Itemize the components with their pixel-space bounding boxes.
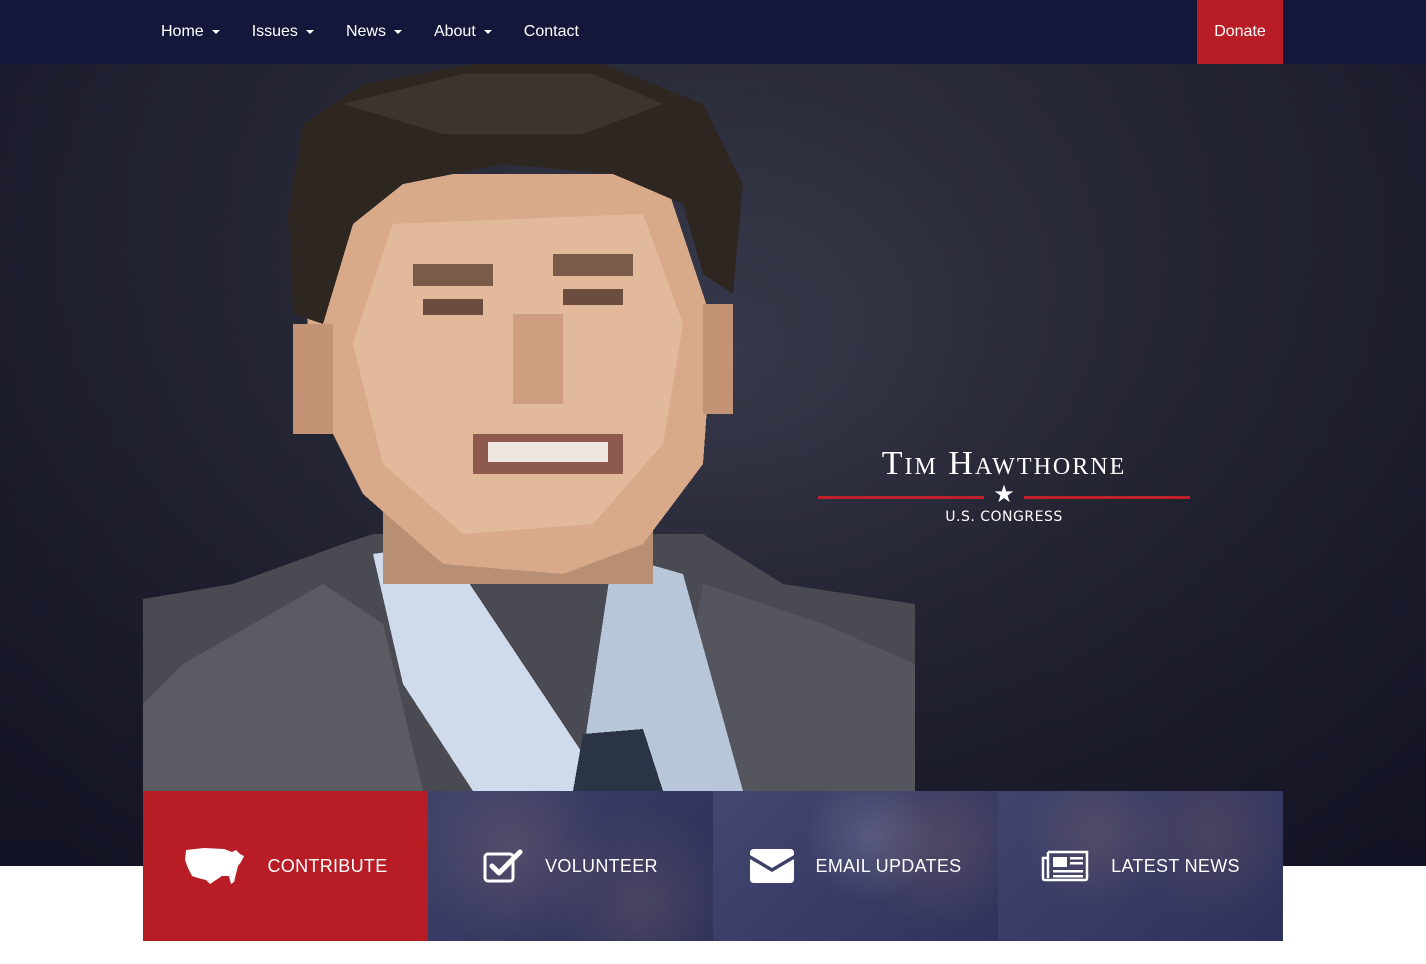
tile-label: EMAIL UPDATES — [815, 855, 962, 876]
latest-news-tile[interactable]: LATEST NEWS — [998, 791, 1283, 941]
candidate-office: U.S. CONGRESS — [945, 509, 1063, 525]
donate-button[interactable]: Donate — [1197, 0, 1283, 64]
tile-content: CONTRIBUTE — [184, 846, 388, 886]
top-navbar: Home Issues News About Contact Donate — [0, 0, 1426, 64]
candidate-portrait — [143, 64, 915, 791]
caret-down-icon — [393, 30, 402, 34]
checkbox-icon — [483, 849, 523, 883]
nav-item-issues[interactable]: Issues — [252, 23, 314, 41]
volunteer-tile[interactable]: VOLUNTEER — [428, 791, 713, 941]
caret-down-icon — [211, 30, 220, 34]
nav-item-label: News — [345, 23, 386, 40]
tile-content: VOLUNTEER — [483, 849, 658, 883]
tile-label: CONTRIBUTE — [267, 855, 388, 876]
nav-item-label: About — [433, 23, 476, 40]
tile-label: LATEST NEWS — [1111, 855, 1240, 876]
nav-item-contact[interactable]: Contact — [524, 23, 579, 41]
candidate-logo: Tim Hawthorne ★ U.S. CONGRESS — [818, 444, 1190, 534]
envelope-icon — [749, 849, 794, 883]
tile-content: LATEST NEWS — [1041, 850, 1240, 882]
red-rule-right — [1024, 496, 1190, 499]
email-updates-tile[interactable]: EMAIL UPDATES — [713, 791, 998, 941]
hero-banner: Tim Hawthorne ★ U.S. CONGRESS — [0, 64, 1426, 866]
caret-down-icon — [483, 30, 492, 34]
nav-menu: Home Issues News About Contact — [161, 0, 611, 64]
action-tiles: CONTRIBUTE VOLUNTEER EMAIL UPDATES LATES… — [143, 791, 1283, 941]
nav-item-label: Contact — [523, 23, 579, 40]
nav-item-news[interactable]: News — [346, 23, 402, 41]
nav-item-label: Issues — [251, 23, 298, 40]
nav-item-label: Home — [161, 23, 204, 40]
logo-divider: ★ — [818, 481, 1190, 508]
newspaper-icon — [1041, 850, 1089, 882]
star-icon: ★ — [993, 481, 1015, 508]
red-rule-left — [818, 496, 984, 499]
nav-item-about[interactable]: About — [434, 23, 492, 41]
tile-content: EMAIL UPDATES — [749, 849, 962, 883]
caret-down-icon — [305, 30, 314, 34]
usa-map-icon — [184, 848, 244, 884]
nav-item-home[interactable]: Home — [161, 23, 220, 41]
candidate-name: Tim Hawthorne — [881, 445, 1127, 482]
tile-label: VOLUNTEER — [545, 855, 658, 876]
contribute-tile[interactable]: CONTRIBUTE — [143, 791, 428, 941]
